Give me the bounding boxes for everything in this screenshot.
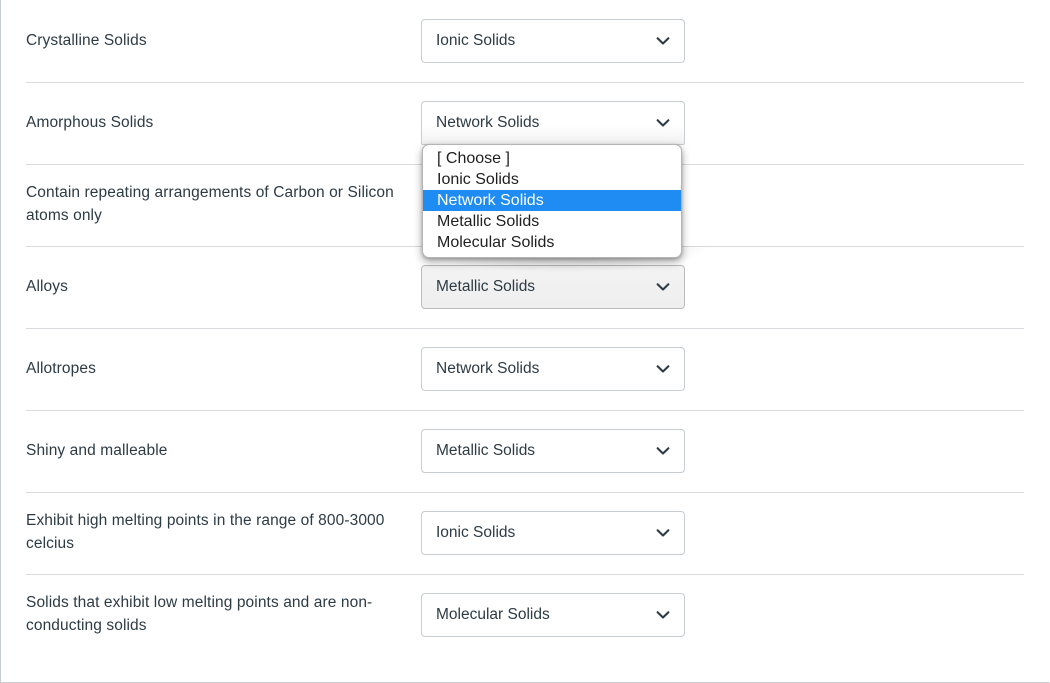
answer-select-7[interactable]: Molecular Solids bbox=[421, 593, 685, 637]
table-row: Crystalline Solids Ionic Solids bbox=[1, 0, 1049, 82]
match-answer-cell: Metallic Solids bbox=[421, 265, 685, 309]
match-row-list: Crystalline Solids Ionic Solids Amorphou… bbox=[1, 0, 1049, 656]
match-answer-cell: Network Solids bbox=[421, 347, 685, 391]
dropdown-option[interactable]: Ionic Solids bbox=[423, 169, 681, 190]
answer-select-value: Metallic Solids bbox=[436, 442, 536, 459]
chevron-down-icon bbox=[654, 278, 672, 296]
answer-select-value: Network Solids bbox=[436, 360, 540, 377]
answer-select-value: Metallic Solids bbox=[436, 278, 536, 295]
match-answer-cell: Molecular Solids bbox=[421, 593, 685, 637]
chevron-down-icon bbox=[654, 114, 672, 132]
match-answer-cell: Network Solids[ Choose ] Ionic Solids Netw… bbox=[421, 101, 685, 258]
answer-select-0[interactable]: Ionic Solids bbox=[421, 19, 685, 63]
match-prompt-text: Shiny and malleable bbox=[26, 441, 168, 459]
match-prompt-text: Contain repeating arrangements of Carbon… bbox=[26, 184, 394, 224]
dropdown-option-list[interactable]: [ Choose ] Ionic Solids Network Solids Meta… bbox=[422, 144, 682, 258]
table-row: Amorphous Solids Network Solids[ Choose … bbox=[1, 82, 1049, 258]
chevron-down-icon bbox=[654, 360, 672, 378]
answer-select-4[interactable]: Network Solids bbox=[421, 347, 685, 391]
chevron-down-icon bbox=[654, 32, 672, 50]
table-row: Exhibit high melting points in the range… bbox=[1, 492, 1049, 574]
dropdown-option[interactable]: Molecular Solids bbox=[423, 232, 681, 253]
match-prompt-text: Solids that exhibit low melting points a… bbox=[26, 594, 373, 634]
answer-select-value: Ionic Solids bbox=[436, 524, 516, 541]
chevron-down-icon bbox=[654, 606, 672, 624]
dropdown-option[interactable]: Network Solids bbox=[423, 190, 681, 211]
answer-select-6[interactable]: Ionic Solids bbox=[421, 511, 685, 555]
match-answer-cell: Ionic Solids bbox=[421, 511, 685, 555]
match-answer-cell: Metallic Solids bbox=[421, 429, 685, 473]
table-row: Solids that exhibit low melting points a… bbox=[1, 574, 1049, 656]
dropdown-option[interactable]: [ Choose ] bbox=[423, 148, 681, 169]
table-row: Alloys Metallic Solids bbox=[1, 246, 1049, 328]
match-prompt-text: Crystalline Solids bbox=[26, 31, 147, 49]
answer-select-5[interactable]: Metallic Solids bbox=[421, 429, 685, 473]
table-row: Shiny and malleable Metallic Solids bbox=[1, 410, 1049, 492]
answer-select-value: Molecular Solids bbox=[436, 606, 550, 623]
answer-select-3[interactable]: Metallic Solids bbox=[421, 265, 685, 309]
match-prompt-text: Exhibit high melting points in the range… bbox=[26, 512, 385, 552]
answer-select-1[interactable]: Network Solids bbox=[421, 101, 685, 145]
answer-select-value: Ionic Solids bbox=[436, 32, 516, 49]
match-answer-cell: Ionic Solids bbox=[421, 19, 685, 63]
match-prompt-text: Alloys bbox=[26, 277, 68, 295]
chevron-down-icon bbox=[654, 442, 672, 460]
match-prompt-text: Amorphous Solids bbox=[26, 113, 154, 131]
matching-question-container: Crystalline Solids Ionic Solids Amorphou… bbox=[0, 0, 1050, 683]
chevron-down-icon bbox=[654, 524, 672, 542]
dropdown-option[interactable]: Metallic Solids bbox=[423, 211, 681, 232]
answer-select-value: Network Solids bbox=[436, 114, 540, 131]
table-row: Allotropes Network Solids bbox=[1, 328, 1049, 410]
match-prompt-text: Allotropes bbox=[26, 359, 96, 377]
